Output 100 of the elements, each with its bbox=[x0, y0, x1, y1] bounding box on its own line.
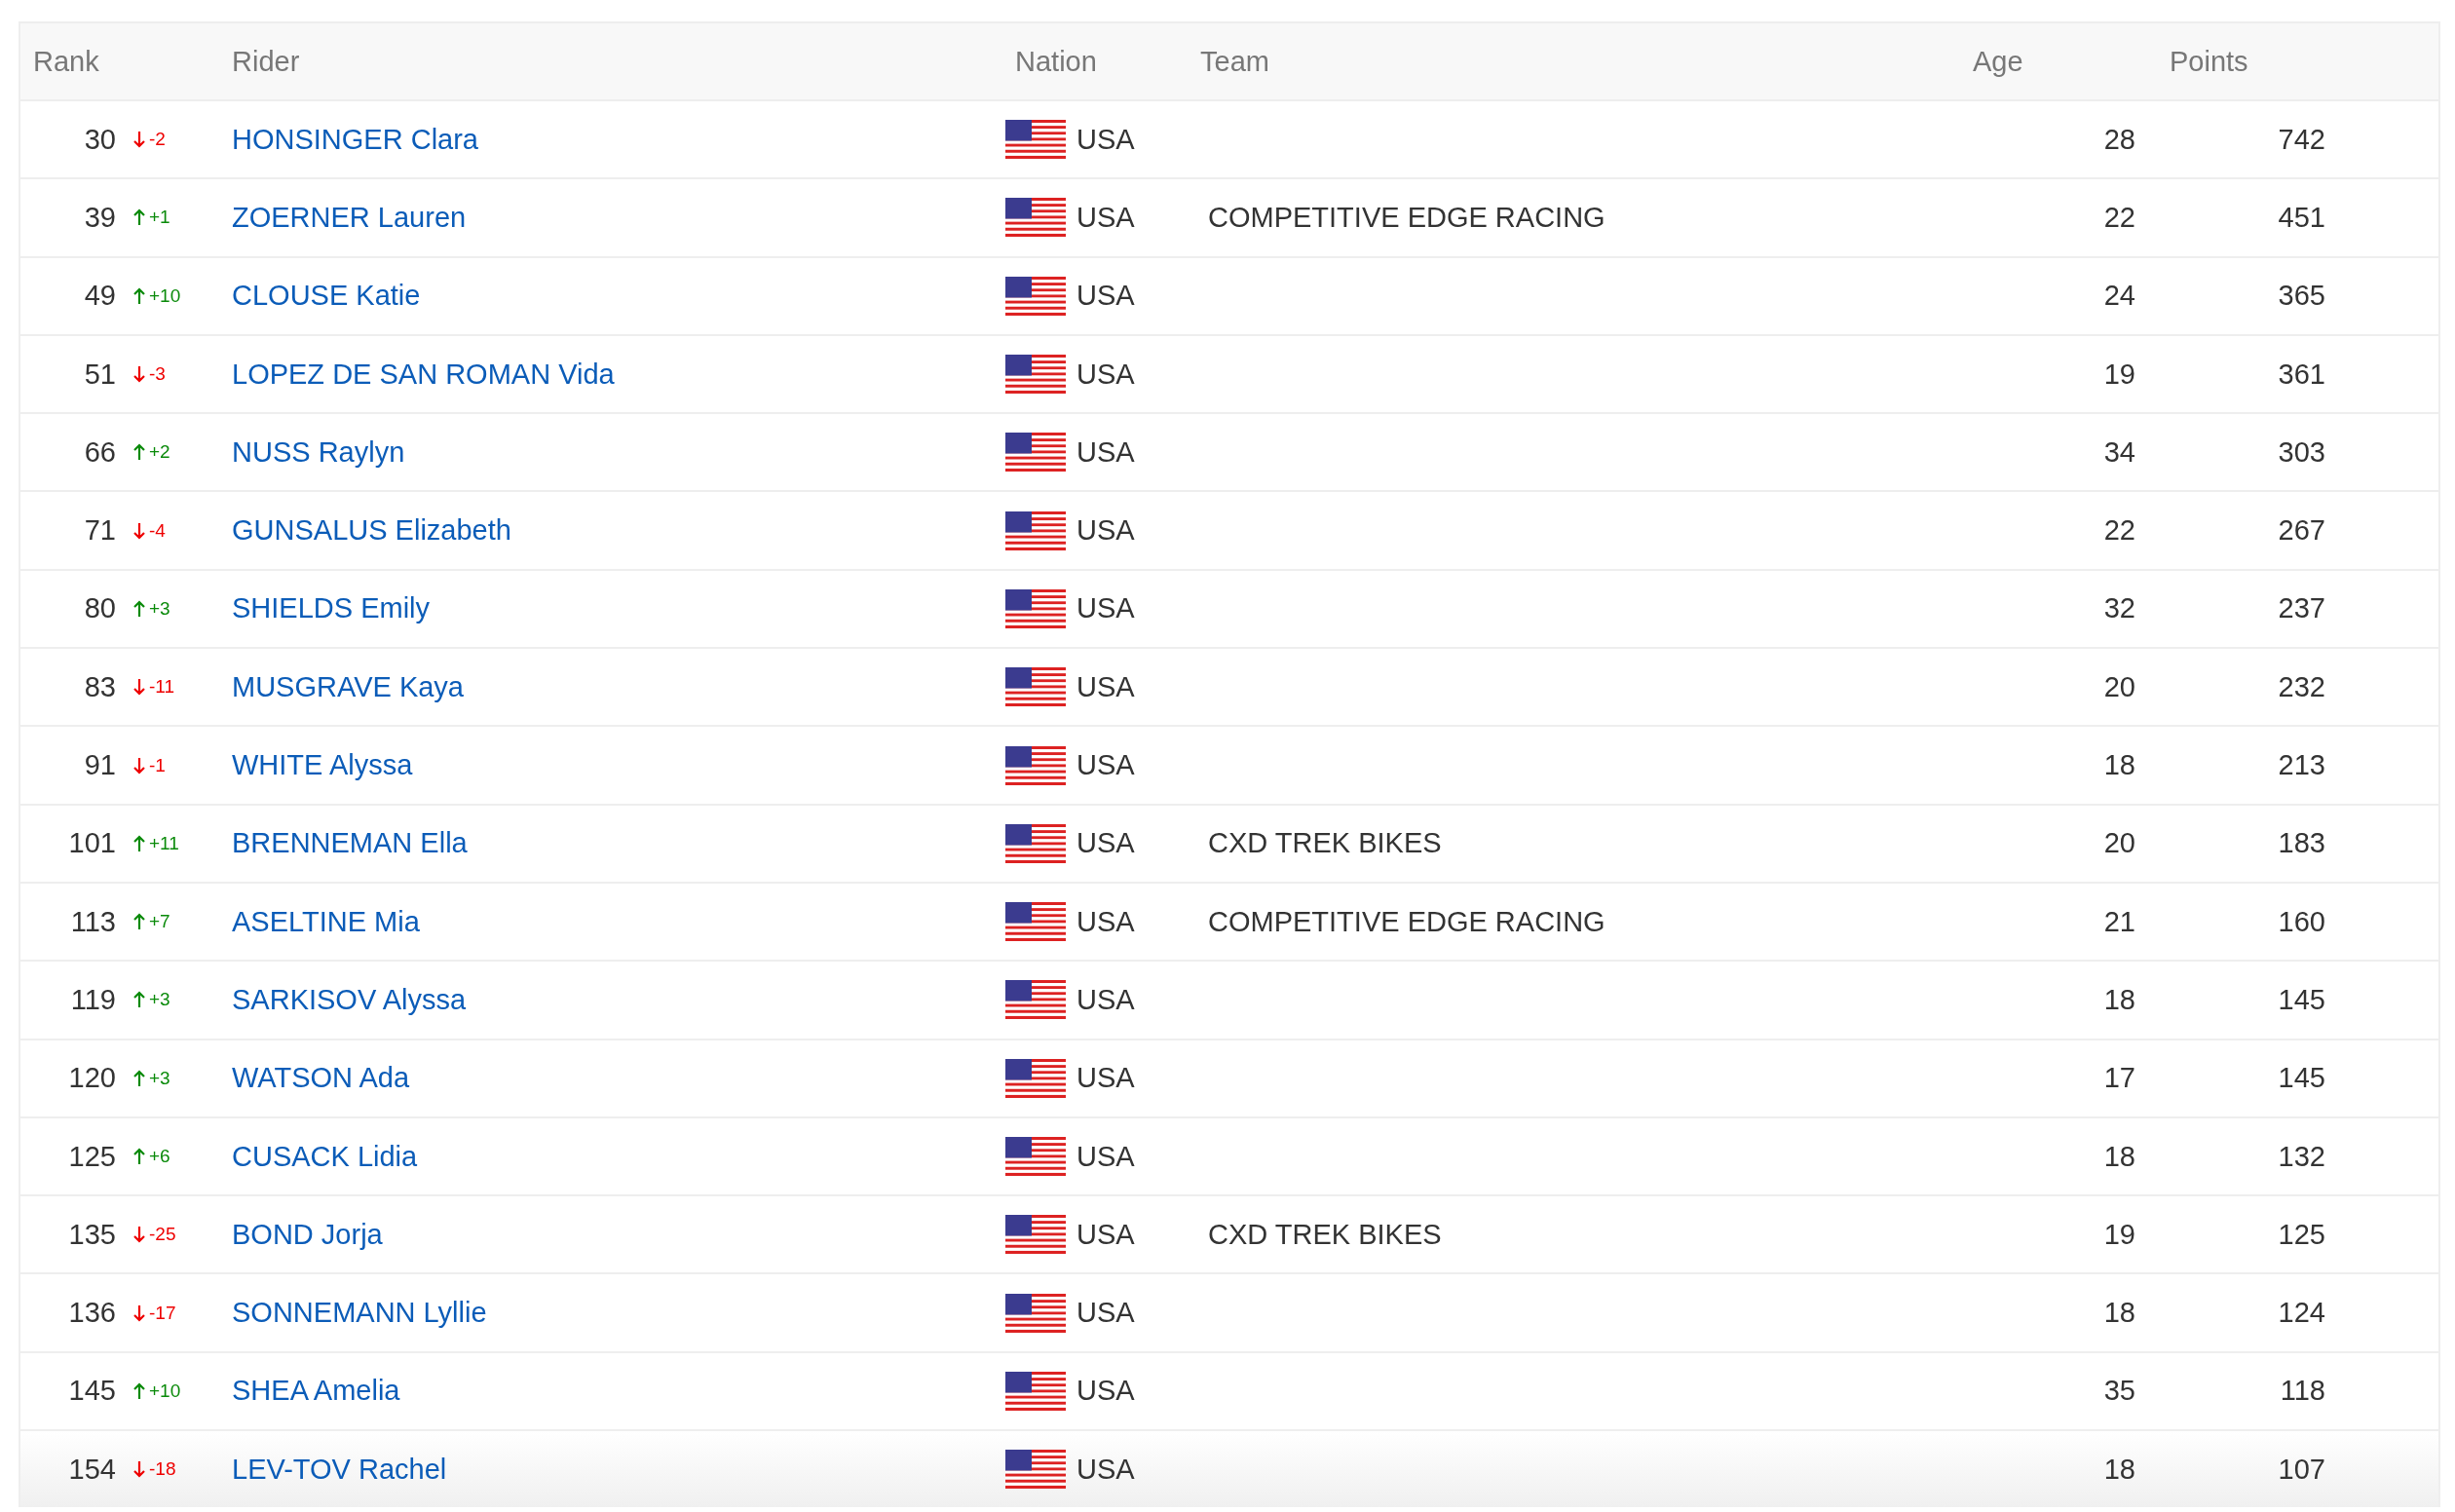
up-arrow-icon bbox=[133, 599, 145, 618]
up-arrow-icon bbox=[133, 443, 145, 462]
flag-icon bbox=[1005, 1293, 1066, 1333]
rank-cell-text: 49 bbox=[83, 280, 117, 313]
up-arrow-icon bbox=[133, 913, 145, 931]
rider-link[interactable]: NUSS Raylyn bbox=[232, 435, 405, 468]
flag-icon bbox=[1005, 980, 1066, 1020]
rank-cell-text: 39 bbox=[83, 201, 117, 234]
rank-cell-text: 125 bbox=[67, 1140, 117, 1173]
points-cell-text: 118 bbox=[2279, 1375, 2325, 1408]
column-header: Team bbox=[1200, 45, 1270, 78]
rider-link[interactable]: CUSACK Lidia bbox=[232, 1140, 418, 1172]
nation-cell: USA bbox=[1076, 435, 1135, 469]
up-arrow-icon bbox=[133, 834, 145, 852]
points-cell-text: 125 bbox=[2277, 1218, 2325, 1251]
column-header: Age bbox=[1972, 45, 2024, 78]
age-cell-text: 17 bbox=[2102, 1062, 2135, 1095]
down-arrow-icon bbox=[133, 1304, 145, 1322]
nation-cell: USA bbox=[1076, 1453, 1135, 1486]
age-cell-text: 21 bbox=[2102, 905, 2135, 938]
rider-link[interactable]: ASELTINE Mia bbox=[232, 905, 420, 937]
flag-icon bbox=[1005, 198, 1066, 238]
age-cell-text: 35 bbox=[2102, 1375, 2135, 1408]
rank-change: -18 bbox=[124, 1458, 176, 1481]
up-arrow-icon bbox=[133, 991, 145, 1009]
age-cell-text: 20 bbox=[2102, 827, 2135, 860]
flag-icon bbox=[1005, 667, 1066, 707]
points-cell-text: 145 bbox=[2277, 1062, 2325, 1095]
rider-link[interactable]: MUSGRAVE Kaya bbox=[232, 670, 464, 702]
nation-cell: USA bbox=[1076, 592, 1135, 625]
rider-link[interactable]: ZOERNER Lauren bbox=[232, 201, 467, 233]
age-cell-text: 24 bbox=[2102, 280, 2135, 313]
rank-change: +10 bbox=[124, 1380, 181, 1402]
rider-link[interactable]: LOPEZ DE SAN ROMAN Vida bbox=[232, 358, 615, 390]
rider-link[interactable]: CLOUSE Katie bbox=[232, 280, 421, 312]
rank-change: -17 bbox=[124, 1302, 176, 1324]
points-cell-text: 742 bbox=[2277, 123, 2325, 156]
rider-link[interactable]: WHITE Alyssa bbox=[232, 749, 413, 780]
rank-cell-text: 120 bbox=[67, 1062, 117, 1095]
rank-cell-text: 51 bbox=[83, 358, 117, 391]
points-cell-text: 237 bbox=[2277, 592, 2325, 625]
age-cell-text: 18 bbox=[2102, 1297, 2135, 1330]
flag-icon bbox=[1005, 1450, 1066, 1490]
rank-cell-text: 145 bbox=[67, 1375, 117, 1408]
rider-link[interactable]: WATSON Ada bbox=[232, 1062, 410, 1094]
column-header: Points bbox=[2169, 45, 2249, 78]
nation-cell: USA bbox=[1076, 749, 1135, 781]
flag-icon bbox=[1005, 276, 1066, 316]
rank-cell-text: 135 bbox=[67, 1218, 117, 1251]
flag-icon bbox=[1005, 433, 1066, 472]
flag-icon bbox=[1005, 1215, 1066, 1255]
up-arrow-icon bbox=[133, 1148, 145, 1165]
down-arrow-icon bbox=[133, 678, 145, 697]
team-cell: COMPETITIVE EDGE RACING bbox=[1208, 905, 1605, 937]
flag-icon bbox=[1005, 510, 1066, 550]
nation-cell: USA bbox=[1076, 670, 1135, 703]
age-cell-text: 28 bbox=[2102, 123, 2135, 156]
rank-change: +7 bbox=[124, 911, 170, 933]
rank-cell-text: 113 bbox=[69, 905, 117, 938]
up-arrow-icon bbox=[133, 1381, 145, 1400]
flag-icon bbox=[1005, 1137, 1066, 1176]
up-arrow-icon bbox=[133, 286, 145, 305]
flag-icon bbox=[1005, 120, 1066, 160]
rank-change: -3 bbox=[124, 363, 166, 386]
rank-cell-text: 83 bbox=[83, 670, 117, 703]
rider-link[interactable]: SARKISOV Alyssa bbox=[232, 983, 467, 1015]
flag-icon bbox=[1005, 355, 1066, 395]
team-cell: CXD TREK BIKES bbox=[1208, 827, 1442, 859]
points-cell-text: 124 bbox=[2277, 1297, 2325, 1330]
rank-change: +6 bbox=[124, 1146, 170, 1167]
rider-link[interactable]: BOND Jorja bbox=[232, 1218, 383, 1250]
down-arrow-icon bbox=[133, 521, 145, 540]
points-cell-text: 160 bbox=[2277, 905, 2325, 938]
nation-cell: USA bbox=[1076, 1140, 1135, 1173]
rank-change: -4 bbox=[124, 519, 166, 542]
nation-cell: USA bbox=[1076, 827, 1135, 860]
points-cell-text: 267 bbox=[2277, 514, 2325, 548]
rider-link[interactable]: LEV-TOV Rachel bbox=[232, 1453, 447, 1485]
nation-cell: USA bbox=[1076, 983, 1135, 1016]
rank-change: -11 bbox=[124, 676, 175, 699]
nation-cell: USA bbox=[1076, 123, 1135, 156]
up-arrow-icon bbox=[133, 1069, 145, 1087]
nation-cell: USA bbox=[1076, 1218, 1135, 1251]
points-cell-text: 232 bbox=[2277, 670, 2325, 703]
points-cell-text: 365 bbox=[2277, 280, 2325, 313]
rank-change: +3 bbox=[124, 1067, 170, 1089]
rank-cell-text: 66 bbox=[83, 435, 117, 469]
rider-link[interactable]: GUNSALUS Elizabeth bbox=[232, 514, 511, 547]
rider-link[interactable]: SONNEMANN Lyllie bbox=[232, 1297, 487, 1329]
age-cell-text: 34 bbox=[2102, 435, 2135, 469]
points-cell-text: 303 bbox=[2277, 435, 2325, 469]
rank-change: +11 bbox=[124, 832, 179, 854]
down-arrow-icon bbox=[133, 1460, 145, 1479]
flag-icon bbox=[1005, 1058, 1066, 1098]
rider-link[interactable]: HONSINGER Clara bbox=[232, 123, 478, 155]
rider-link[interactable]: BRENNEMAN Ella bbox=[232, 827, 468, 859]
rider-link[interactable]: SHEA Amelia bbox=[232, 1375, 400, 1407]
rider-link[interactable]: SHIELDS Emily bbox=[232, 592, 431, 624]
points-cell-text: 132 bbox=[2277, 1140, 2325, 1173]
flag-icon bbox=[1005, 902, 1066, 942]
